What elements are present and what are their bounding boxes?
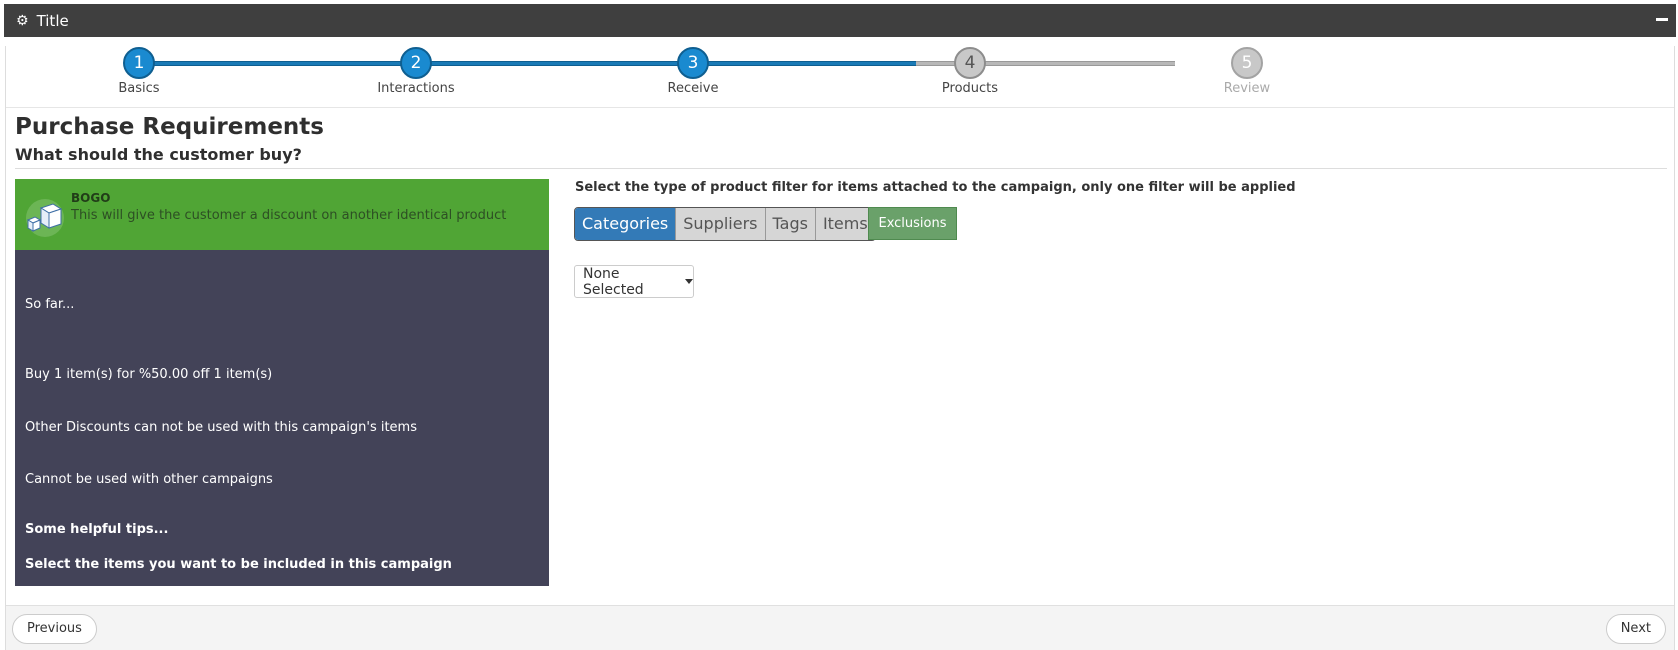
campaign-summary: So far... Buy 1 item(s) for %50.00 off 1… (15, 250, 549, 586)
step-label: Interactions (377, 81, 455, 96)
window-title: Title (36, 11, 69, 30)
exclusions-button[interactable]: Exclusions (868, 207, 957, 240)
caret-down-icon (685, 279, 693, 284)
step-label: Receive (667, 81, 719, 96)
summary-heading: So far... (25, 297, 75, 312)
summary-line: Cannot be used with other campaigns (25, 472, 273, 487)
tip-text: Select the items you want to be included… (25, 557, 452, 572)
summary-line: Other Discounts can not be used with thi… (25, 420, 417, 435)
page-title: Purchase Requirements (15, 114, 324, 140)
next-button[interactable]: Next (1605, 614, 1666, 644)
filter-categories-button[interactable]: Categories (575, 208, 676, 240)
step-number: 5 (1231, 47, 1263, 79)
minimize-icon[interactable] (1656, 18, 1668, 21)
divider (15, 168, 1667, 169)
filter-instruction: Select the type of product filter for it… (575, 180, 1296, 195)
window-titlebar: ⚙ Title (4, 4, 1676, 37)
wizard-footer: Previous Next (6, 605, 1674, 650)
filter-tags-button[interactable]: Tags (764, 208, 815, 240)
page-subtitle: What should the customer buy? (15, 145, 302, 164)
step-label: Review (1223, 81, 1271, 96)
step-number: 3 (677, 47, 709, 79)
summary-line: Buy 1 item(s) for %50.00 off 1 item(s) (25, 367, 273, 382)
wizard-step-basics[interactable]: 1 Basics (79, 47, 199, 96)
wizard-step-interactions[interactable]: 2 Interactions (356, 47, 476, 96)
filter-type-group: Categories Suppliers Tags Items (574, 207, 876, 241)
filter-items-button[interactable]: Items (814, 208, 875, 240)
wizard-step-products[interactable]: 4 Products (910, 47, 1030, 96)
step-number: 1 (123, 47, 155, 79)
step-label: Basics (118, 81, 160, 96)
wizard-step-receive[interactable]: 3 Receive (633, 47, 753, 96)
wizard-step-review: 5 Review (1187, 47, 1307, 96)
category-select-value: None Selected (583, 265, 644, 298)
campaign-type-card: BOGO This will give the customer a disco… (15, 179, 549, 250)
previous-button[interactable]: Previous (12, 614, 97, 644)
step-number: 4 (954, 47, 986, 79)
campaign-type-description: This will give the customer a discount o… (71, 208, 507, 223)
wizard-progress: 1 Basics 2 Interactions 3 Receive 4 Prod… (6, 46, 1674, 108)
filter-suppliers-button[interactable]: Suppliers (675, 208, 765, 240)
boxes-icon (26, 199, 64, 237)
category-select[interactable]: None Selected (574, 265, 694, 298)
campaign-type-title: BOGO (71, 191, 111, 205)
wizard-progress-done-line (139, 61, 916, 66)
tips-heading: Some helpful tips... (25, 522, 169, 537)
step-number: 2 (400, 47, 432, 79)
step-label: Products (941, 81, 999, 96)
gear-icon[interactable]: ⚙ (16, 13, 29, 29)
